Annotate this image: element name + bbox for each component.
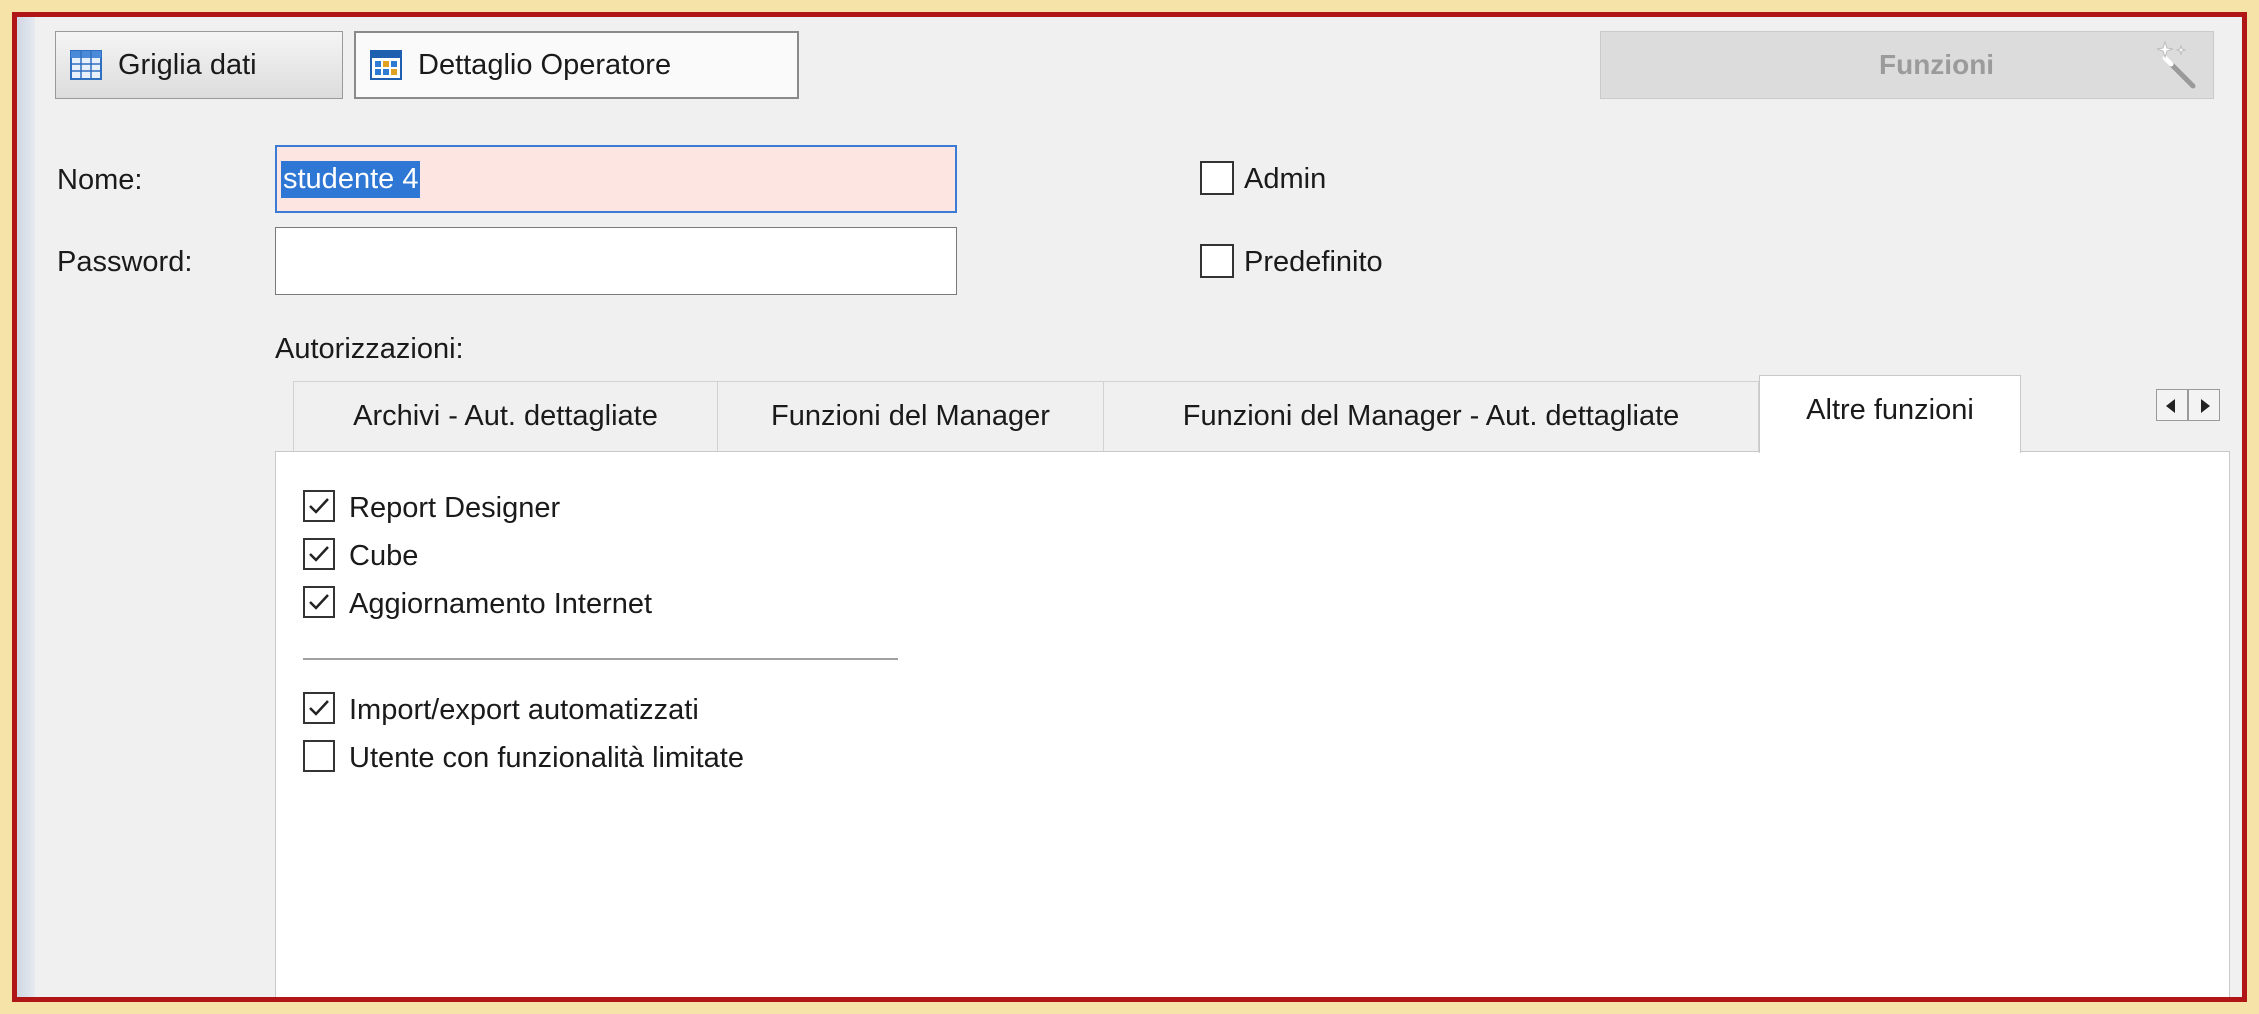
tab-label: Funzioni del Manager bbox=[771, 400, 1050, 432]
arrow-left-icon bbox=[2166, 399, 2175, 413]
nome-input[interactable]: studente 4 bbox=[275, 145, 957, 213]
admin-checkbox[interactable] bbox=[1200, 161, 1234, 195]
utente-limitato-checkbox[interactable] bbox=[303, 740, 335, 772]
report-designer-checkbox[interactable] bbox=[303, 490, 335, 522]
checkmark-icon bbox=[309, 700, 329, 716]
aggiornamento-internet-row[interactable]: Aggiornamento Internet bbox=[303, 586, 903, 626]
tab-scroll-left-button[interactable] bbox=[2156, 389, 2188, 421]
operator-detail-window: Griglia dati Dettaglio Operatore Funzion… bbox=[12, 12, 2247, 1002]
tab-altre-funzioni[interactable]: Altre funzioni bbox=[1759, 375, 2021, 453]
password-label: Password: bbox=[57, 246, 193, 278]
left-edge-strip bbox=[17, 17, 35, 997]
predefinito-checkbox[interactable] bbox=[1200, 244, 1234, 278]
cube-label: Cube bbox=[349, 540, 419, 572]
group-divider bbox=[303, 658, 898, 660]
funzioni-label: Funzioni bbox=[1879, 49, 1995, 80]
nome-label: Nome: bbox=[57, 164, 143, 196]
altre-funzioni-panel: Report Designer Cube Aggiornamento Inter… bbox=[275, 451, 2230, 997]
cube-checkbox[interactable] bbox=[303, 538, 335, 570]
aggiornamento-internet-checkbox[interactable] bbox=[303, 586, 335, 618]
checkmark-icon bbox=[309, 546, 329, 562]
tab-funzioni-manager-aut-dettagliate[interactable]: Funzioni del Manager - Aut. dettagliate bbox=[1103, 381, 1759, 451]
tab-scroll-right-button[interactable] bbox=[2188, 389, 2220, 421]
import-export-checkbox[interactable] bbox=[303, 692, 335, 724]
autorizzazioni-label: Autorizzazioni: bbox=[275, 333, 464, 365]
checkmark-icon bbox=[309, 594, 329, 610]
checkbox-group-1: Report Designer Cube Aggiornamento Inter… bbox=[303, 490, 1003, 640]
password-input[interactable] bbox=[275, 227, 957, 295]
dettaglio-operatore-label: Dettaglio Operatore bbox=[418, 48, 672, 81]
arrow-right-icon bbox=[2201, 399, 2210, 413]
aggiornamento-internet-label: Aggiornamento Internet bbox=[349, 588, 653, 620]
nome-value: studente 4 bbox=[281, 160, 421, 198]
cube-row[interactable]: Cube bbox=[303, 538, 903, 578]
admin-label: Admin bbox=[1244, 163, 1327, 195]
griglia-dati-label: Griglia dati bbox=[118, 48, 257, 81]
detail-grid-icon bbox=[370, 50, 402, 80]
griglia-dati-button[interactable]: Griglia dati bbox=[55, 31, 343, 99]
tab-label: Altre funzioni bbox=[1806, 394, 1974, 426]
import-export-row[interactable]: Import/export automatizzati bbox=[303, 692, 903, 732]
tab-archivi-aut-dettagliate[interactable]: Archivi - Aut. dettagliate bbox=[293, 381, 717, 451]
report-designer-label: Report Designer bbox=[349, 492, 561, 524]
checkmark-icon bbox=[309, 498, 329, 514]
utente-limitato-row[interactable]: Utente con funzionalità limitate bbox=[303, 740, 903, 780]
tab-label: Funzioni del Manager - Aut. dettagliate bbox=[1182, 400, 1680, 432]
dettaglio-operatore-button[interactable]: Dettaglio Operatore bbox=[354, 31, 799, 99]
tab-label: Archivi - Aut. dettagliate bbox=[353, 400, 658, 432]
funzioni-button[interactable]: Funzioni bbox=[1600, 31, 2214, 99]
tab-funzioni-manager[interactable]: Funzioni del Manager bbox=[717, 381, 1103, 451]
utente-limitato-label: Utente con funzionalità limitate bbox=[349, 742, 744, 774]
checkbox-group-2: Import/export automatizzati Utente con f… bbox=[303, 692, 1003, 792]
table-grid-icon bbox=[70, 50, 102, 80]
import-export-label: Import/export automatizzati bbox=[349, 694, 699, 726]
magic-wand-icon bbox=[2155, 40, 2199, 97]
predefinito-label: Predefinito bbox=[1244, 246, 1383, 278]
report-designer-row[interactable]: Report Designer bbox=[303, 490, 903, 530]
